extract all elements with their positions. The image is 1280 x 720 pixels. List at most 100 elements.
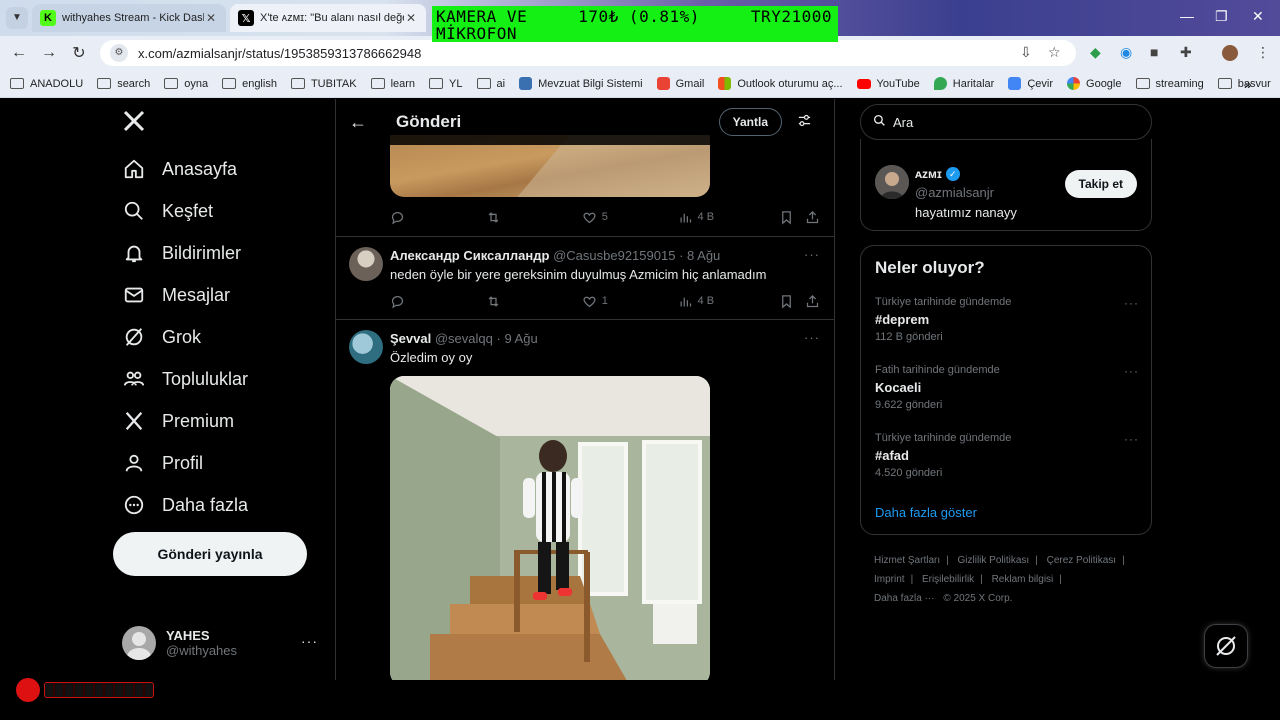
follow-button[interactable]: Takip et <box>1064 170 1137 198</box>
show-more-link[interactable]: Daha fazla göster <box>875 505 977 520</box>
retweet-icon[interactable] <box>486 294 582 309</box>
avatar[interactable] <box>349 247 383 281</box>
nav-profile[interactable]: Profil <box>122 443 203 483</box>
share-icon[interactable] <box>805 294 820 309</box>
post-button[interactable]: Gönderi yayınla <box>113 532 307 576</box>
bookmark-mevzuat[interactable]: Mevzuat Bilgi Sistemi <box>519 77 643 90</box>
tab-x-status[interactable]: 𝕏 X'te ᴀᴢᴍɪ: "Bu alanı nasıl değerl ✕ <box>230 4 426 32</box>
bookmark-google[interactable]: Google <box>1067 77 1122 90</box>
back-icon[interactable]: ← <box>4 44 34 62</box>
close-icon[interactable]: ✕ <box>204 11 218 25</box>
nav-explore[interactable]: Keşfet <box>122 191 213 231</box>
tab-kick[interactable]: K withyahes Stream - Kick Dashb ✕ <box>32 4 226 32</box>
bookmark-label: english <box>242 77 277 90</box>
nav-premium[interactable]: Premium <box>122 401 234 441</box>
nav-label: Grok <box>162 326 202 347</box>
bookmark-english[interactable]: english <box>222 78 277 90</box>
share-icon[interactable] <box>805 210 820 225</box>
extensions-puzzle-icon[interactable]: ✚ <box>1180 44 1192 61</box>
install-icon[interactable]: ⇩ <box>1020 44 1032 61</box>
bookmark-oyna[interactable]: oyna <box>164 78 208 90</box>
menu-dots-icon[interactable]: ⋮ <box>1256 44 1270 61</box>
search-input[interactable]: Ara <box>860 104 1152 140</box>
bookmark-learn[interactable]: learn <box>370 78 415 90</box>
grok-floating-button[interactable] <box>1204 624 1248 668</box>
reply-icon[interactable] <box>390 210 486 225</box>
back-arrow-icon[interactable]: ← <box>336 112 380 133</box>
nav-messages[interactable]: Mesajlar <box>122 275 230 315</box>
maximize-icon[interactable]: ❐ <box>1215 8 1228 25</box>
footer-link[interactable]: Hizmet Şartları <box>874 555 940 566</box>
more-dots-icon[interactable]: ··· <box>804 330 820 345</box>
like-button[interactable]: 5 <box>582 210 678 225</box>
reload-icon[interactable]: ↻ <box>64 43 94 63</box>
bookmark-yl[interactable]: YL <box>429 78 463 90</box>
reply-icon[interactable] <box>390 294 486 309</box>
bookmark-star-icon[interactable]: ☆ <box>1048 44 1061 61</box>
site-info-icon[interactable]: ⚙ <box>110 44 128 62</box>
bookmark-haritalar[interactable]: Haritalar <box>933 77 994 90</box>
extension-search-icon[interactable]: ◉ <box>1120 44 1132 61</box>
like-button[interactable]: 1 <box>582 294 678 309</box>
bookmark-cevir[interactable]: Çevir <box>1008 77 1053 90</box>
minimize-icon[interactable]: — <box>1180 8 1194 24</box>
bookmark-icon[interactable] <box>779 294 805 309</box>
extension-shield-icon[interactable]: ◆ <box>1090 44 1101 61</box>
footer-link[interactable]: Erişilebilirlik <box>922 574 974 585</box>
url-input[interactable]: ⚙ x.com/azmialsanjr/status/1953859313786… <box>100 40 1076 66</box>
views-button[interactable]: 4 B <box>678 294 780 309</box>
bookmark-gmail[interactable]: Gmail <box>656 77 704 90</box>
window-close-icon[interactable]: ✕ <box>1252 8 1264 25</box>
nav-more[interactable]: Daha fazla <box>122 485 248 525</box>
more-dots-icon[interactable]: ··· <box>301 633 318 649</box>
tweet-date[interactable]: 9 Ağu <box>504 331 537 346</box>
bookmark-icon[interactable] <box>779 210 805 225</box>
account-switcher[interactable]: YAHES @withyahes ··· <box>122 621 322 665</box>
bookmark-streaming[interactable]: streaming <box>1135 78 1204 90</box>
author-handle[interactable]: @sevalqq <box>435 331 493 346</box>
author-name[interactable]: Александр Сиксалландр <box>390 248 549 263</box>
author-name[interactable]: Şevval <box>390 331 431 346</box>
follow-name[interactable]: ᴀᴢᴍɪ <box>915 167 942 181</box>
footer-link[interactable]: Imprint <box>874 574 905 585</box>
tweet-image-player-on-stairs[interactable] <box>390 376 710 680</box>
x-logo-icon[interactable] <box>122 109 148 135</box>
extension-icon[interactable]: ■ <box>1150 44 1158 60</box>
tab-search-button[interactable]: ▼ <box>6 7 28 29</box>
trend-item[interactable]: Fatih tarihinde gündemde Kocaeli 9.622 g… <box>875 364 1139 411</box>
filter-icon[interactable] <box>792 113 816 132</box>
bookmark-search[interactable]: search <box>97 78 150 90</box>
more-bookmarks-button[interactable]: » <box>1244 76 1252 92</box>
close-icon[interactable]: ✕ <box>404 11 418 25</box>
author-handle[interactable]: @Casusbe92159015 <box>553 248 675 263</box>
overlay-label-2: MİKROFON <box>436 24 518 43</box>
footer-link[interactable]: Reklam bilgisi <box>992 574 1054 585</box>
nav-notifications[interactable]: Bildirimler <box>122 233 241 273</box>
tweet-date[interactable]: 8 Ağu <box>687 248 720 263</box>
more-dots-icon[interactable]: ··· <box>1124 364 1139 378</box>
forward-icon[interactable]: → <box>34 44 64 62</box>
nav-home[interactable]: Anasayfa <box>122 149 237 189</box>
more-dots-icon[interactable]: ··· <box>804 247 820 262</box>
views-button[interactable]: 4 B <box>678 210 780 225</box>
footer-more-link[interactable]: Daha fazla ··· <box>874 593 935 604</box>
avatar[interactable] <box>349 330 383 364</box>
nav-communities[interactable]: Topluluklar <box>122 359 248 399</box>
bookmark-tubitak[interactable]: TUBITAK <box>290 78 357 90</box>
more-dots-icon[interactable]: ··· <box>1124 432 1139 446</box>
retweet-icon[interactable] <box>486 210 582 225</box>
footer-link[interactable]: Gizlilik Politikası <box>958 555 1030 566</box>
profile-avatar[interactable] <box>1222 45 1238 61</box>
reply-button[interactable]: Yantla <box>718 108 782 136</box>
nav-grok[interactable]: Grok <box>122 317 201 357</box>
avatar[interactable] <box>875 165 909 199</box>
bookmark-anadolu[interactable]: ANADOLU <box>10 78 83 90</box>
trend-item[interactable]: Türkiye tarihinde gündemde #deprem 112 B… <box>875 296 1139 343</box>
bookmark-outlook[interactable]: Outlook oturumu aç... <box>718 77 843 90</box>
footer-link[interactable]: Çerez Politikası <box>1047 555 1116 566</box>
bookmark-label: Outlook oturumu aç... <box>737 77 843 90</box>
bookmark-ai[interactable]: ai <box>476 78 505 90</box>
trend-item[interactable]: Türkiye tarihinde gündemde #afad 4.520 g… <box>875 432 1139 479</box>
bookmark-youtube[interactable]: YouTube <box>856 78 920 90</box>
more-dots-icon[interactable]: ··· <box>1124 296 1139 310</box>
